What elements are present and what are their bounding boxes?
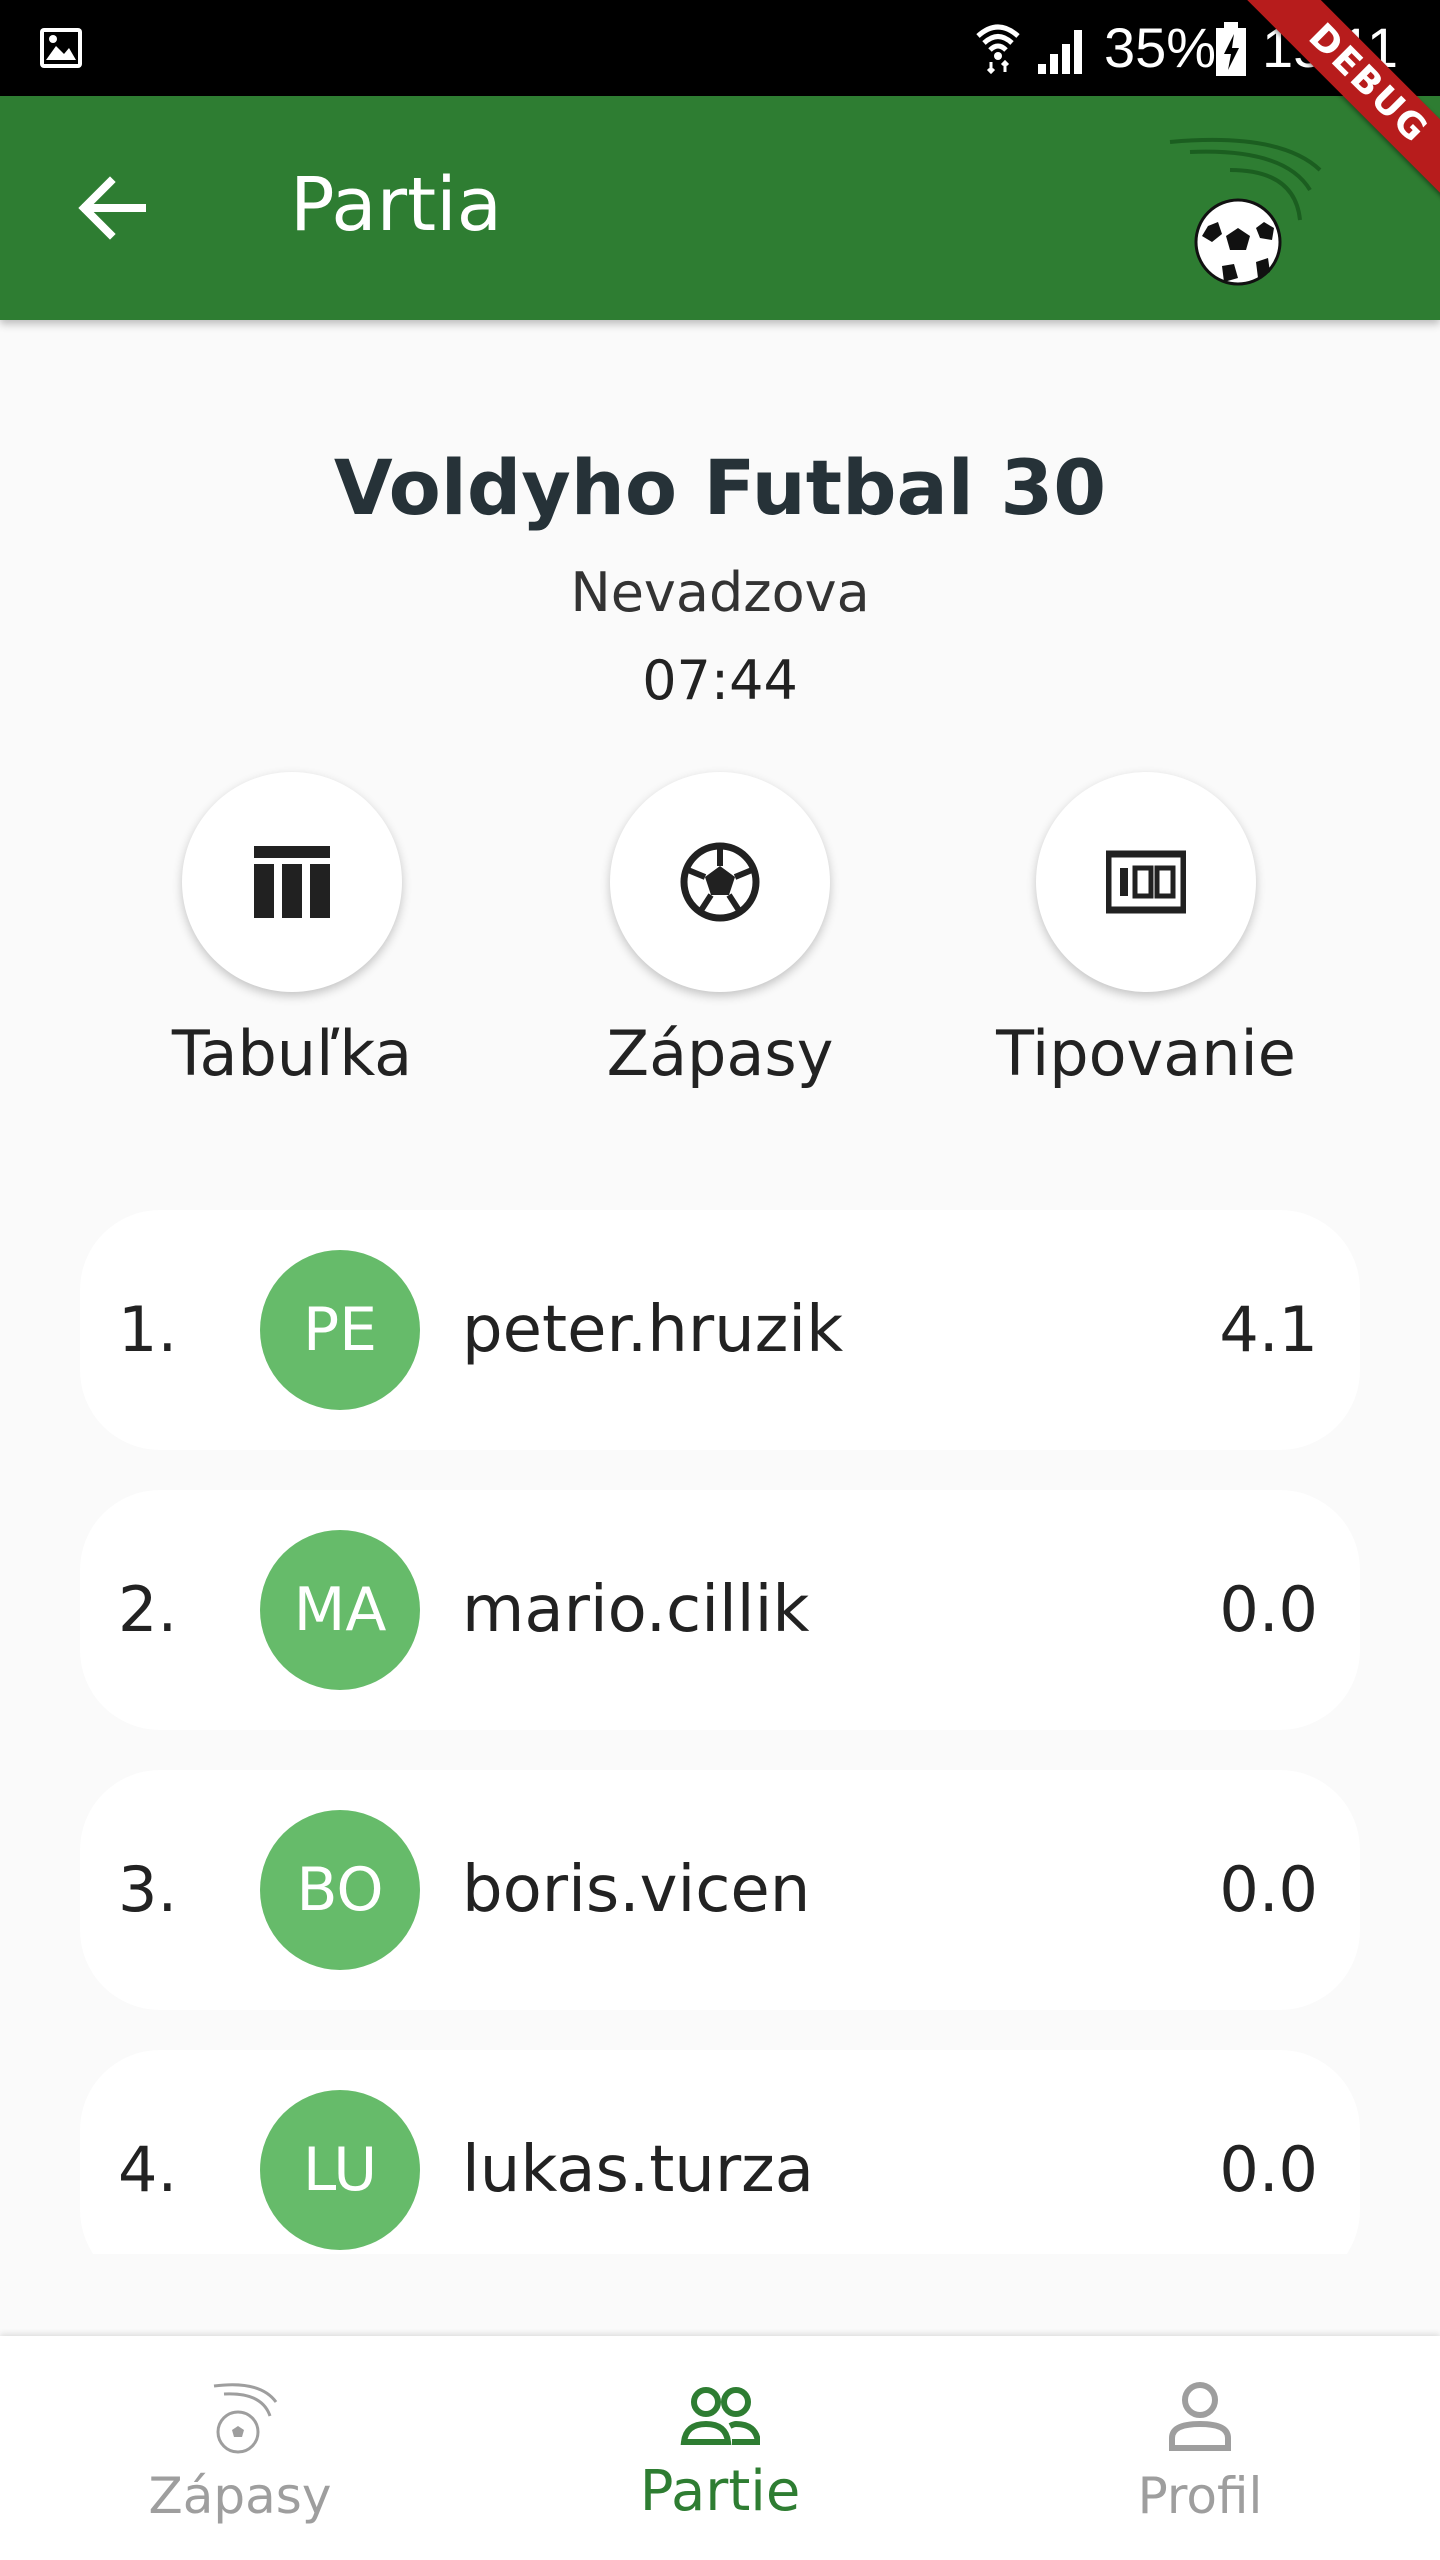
status-bar: 35% 15:11 [0,0,1440,96]
avatar: PE [260,1250,420,1410]
ranking-row[interactable]: 4. LU lukas.turza 0.0 [80,2050,1360,2254]
bottom-navigation: Zápasy Partie Profil [0,2336,1440,2560]
league-location: Nevadzova [570,561,870,624]
ranking-row[interactable]: 1. PE peter.hruzik 4.1 [80,1210,1360,1450]
nav-profile[interactable]: Profil [960,2336,1440,2560]
wifi-icon [976,24,1020,74]
avatar: LU [260,2090,420,2250]
player-points: 0.0 [1219,1573,1318,1646]
battery-percent: 35% [1104,16,1217,79]
player-points: 0.0 [1219,2133,1318,2206]
table-button-circle[interactable] [182,772,402,992]
table-button[interactable]: Tabuľka [112,772,472,1094]
player-name: lukas.turza [462,2133,814,2207]
nav-matches-label: Zápasy [148,2467,332,2525]
betting-button-circle[interactable] [1036,772,1256,992]
player-name: peter.hruzik [462,1293,844,1367]
app-bar: Partia [0,96,1440,320]
player-points: 0.0 [1219,1853,1318,1926]
table-icon [254,846,330,918]
soccer-logo-icon [213,2383,278,2454]
scoreboard-icon [1106,850,1186,914]
matches-label: Zápasy [606,1017,834,1090]
player-name: boris.vicen [462,1853,811,1927]
ranking-list[interactable]: 1. PE peter.hruzik 4.1 2. MA mario.cilli… [80,1210,1360,2254]
matches-button-circle[interactable] [610,772,830,992]
player-points: 4.1 [1219,1293,1318,1366]
rank-number: 2. [118,1573,178,1646]
rank-number: 3. [118,1853,178,1926]
rank-number: 4. [118,2133,178,2206]
league-time: 07:44 [642,649,798,712]
nav-leagues-label: Partie [639,2459,801,2524]
person-icon [1169,2382,1231,2451]
nav-leagues[interactable]: Partie [480,2336,960,2560]
battery-charging-icon [1216,22,1246,76]
nav-profile-label: Profil [1137,2467,1263,2525]
nav-matches[interactable]: Zápasy [0,2336,480,2560]
matches-button[interactable]: Zápasy [540,772,900,1094]
player-name: mario.cillik [462,1573,810,1647]
avatar: MA [260,1530,420,1690]
soccer-logo-icon [1169,137,1322,286]
page-title: Partia [290,162,502,248]
rank-number: 1. [118,1293,178,1366]
gallery-icon [40,28,82,68]
signal-icon [1038,30,1082,74]
betting-button[interactable]: Tipovanie [966,772,1326,1094]
ranking-row[interactable]: 3. BO boris.vicen 0.0 [80,1770,1360,2010]
betting-label: Tipovanie [996,1017,1296,1090]
league-name: Voldyho Futbal 30 [333,443,1107,532]
ranking-row[interactable]: 2. MA mario.cillik 0.0 [80,1490,1360,1730]
back-arrow-icon[interactable] [72,168,152,248]
soccer-ball-icon [680,842,760,922]
table-label: Tabuľka [171,1017,413,1090]
group-icon [680,2387,760,2445]
avatar: BO [260,1810,420,1970]
